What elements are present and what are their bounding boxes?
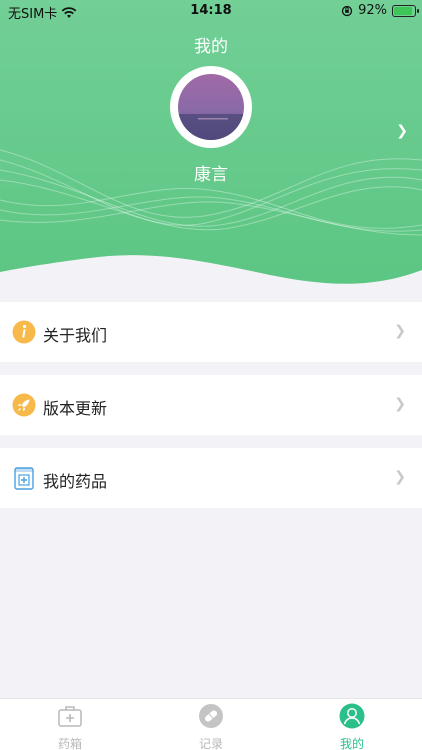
chevron-right-icon: ❯ <box>394 469 406 485</box>
status-bar: 无SIM卡 14:18 92% <box>0 0 422 22</box>
menu-item-version-update[interactable]: 版本更新 ❯ <box>0 375 422 435</box>
status-right: 92% <box>341 3 419 18</box>
tab-bar: 药箱 记录 我的 <box>0 698 422 750</box>
orientation-lock-icon <box>341 5 353 16</box>
profile-chevron-icon[interactable]: ❯ <box>396 123 408 139</box>
info-icon <box>12 320 36 344</box>
battery-percent: 92% <box>358 3 387 18</box>
battery-fill <box>394 6 413 15</box>
tab-label-medicine-kit: 药箱 <box>57 737 82 750</box>
chevron-right-icon: ❯ <box>394 396 406 412</box>
tab-label-mine: 我的 <box>339 737 364 750</box>
menu-item-about-us[interactable]: 关于我们 ❯ <box>0 302 422 362</box>
medicine-box-icon <box>14 467 34 490</box>
person-icon <box>339 703 365 729</box>
medicine-kit-icon <box>58 706 82 727</box>
page-title: 我的 <box>194 37 228 57</box>
tab-records[interactable]: 记录 <box>161 703 261 750</box>
tab-mine[interactable]: 我的 <box>302 703 402 750</box>
profile-header: 无SIM卡 14:18 92% 我的 康言 ❯ <box>0 0 422 290</box>
menu-label-version-update: 版本更新 <box>43 399 108 418</box>
battery-icon <box>392 4 419 17</box>
menu-label-my-medicine: 我的药品 <box>43 472 108 491</box>
avatar-image <box>178 74 244 140</box>
menu-item-my-medicine[interactable]: 我的药品 ❯ <box>0 448 422 508</box>
tab-label-records: 记录 <box>198 737 223 750</box>
chevron-right-icon: ❯ <box>394 323 406 339</box>
pill-icon <box>199 704 223 728</box>
rocket-icon <box>12 393 36 417</box>
avatar[interactable] <box>170 66 252 148</box>
username: 康言 <box>194 165 228 185</box>
tab-medicine-kit[interactable]: 药箱 <box>20 703 120 750</box>
menu-label-about-us: 关于我们 <box>43 326 108 345</box>
